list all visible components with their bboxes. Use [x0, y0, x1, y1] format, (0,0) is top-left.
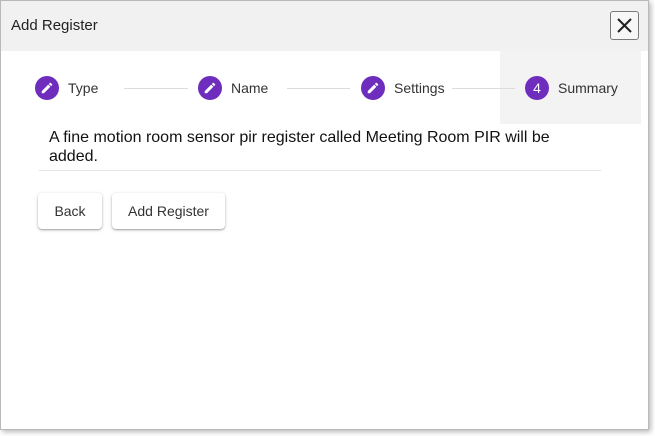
- close-button[interactable]: [610, 11, 639, 40]
- close-icon: [617, 18, 632, 33]
- dialog-title: Add Register: [11, 17, 98, 34]
- step-number-badge: 4: [525, 76, 549, 100]
- step-completed-badge: [361, 76, 385, 100]
- pencil-icon: [367, 82, 379, 94]
- step-connector: [124, 88, 188, 89]
- pencil-icon: [41, 82, 53, 94]
- step-label: Summary: [558, 80, 618, 96]
- step-completed-badge: [35, 76, 59, 100]
- step-label: Name: [231, 80, 269, 96]
- add-register-dialog: Add Register Type Name Settings 4 Summar…: [0, 0, 649, 430]
- dialog-titlebar: Add Register: [1, 1, 648, 51]
- pencil-icon: [204, 82, 216, 94]
- step-connector: [287, 88, 350, 89]
- stepper: Type Name Settings 4 Summary: [1, 51, 648, 124]
- step-label: Settings: [394, 80, 445, 96]
- step-name[interactable]: Name: [198, 76, 268, 100]
- add-register-button[interactable]: Add Register: [112, 193, 225, 229]
- step-summary[interactable]: 4 Summary: [525, 76, 618, 100]
- step-connector: [452, 88, 515, 89]
- step-label: Type: [68, 80, 99, 96]
- step-settings[interactable]: Settings: [361, 76, 445, 100]
- back-button[interactable]: Back: [38, 193, 102, 229]
- summary-panel: A fine motion room sensor pir register c…: [39, 126, 601, 171]
- step-completed-badge: [198, 76, 222, 100]
- summary-message: A fine motion room sensor pir register c…: [49, 129, 550, 165]
- step-type[interactable]: Type: [35, 76, 98, 100]
